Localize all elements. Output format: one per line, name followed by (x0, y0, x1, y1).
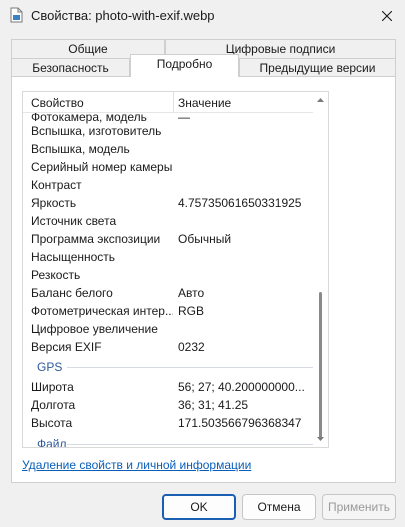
property-name: Контраст (31, 178, 82, 192)
list-item[interactable]: Цифровое увеличение (23, 320, 313, 338)
property-name: Широта (31, 380, 74, 394)
list-item[interactable]: Баланс белого Авто (23, 284, 313, 302)
property-name: Высота (31, 416, 73, 430)
vertical-scrollbar[interactable] (313, 92, 328, 447)
property-name: Цифровое увеличение (31, 322, 158, 336)
list-item[interactable]: Программа экспозиции Обычный (23, 230, 313, 248)
apply-button[interactable]: Применить (322, 494, 396, 520)
property-name: Версия EXIF (31, 340, 102, 354)
group-header-file: Файл (23, 435, 313, 448)
property-name: Вспышка, модель (31, 142, 130, 156)
list-item[interactable]: Высота 171.503566796368347 (23, 414, 313, 432)
list-item[interactable]: Яркость 4.75735061650331925 (23, 194, 313, 212)
property-name: Баланс белого (31, 286, 113, 300)
ok-button[interactable]: OK (162, 494, 236, 520)
file-icon (10, 7, 23, 23)
property-name: Вспышка, изготовитель (31, 124, 162, 138)
scroll-down-icon[interactable] (316, 435, 325, 443)
group-label: GPS (37, 360, 63, 374)
remove-properties-link[interactable]: Удаление свойств и личной информации (22, 458, 251, 472)
tab-details[interactable]: Подробно (130, 54, 239, 77)
group-divider (67, 444, 313, 445)
list-item[interactable]: Резкость (23, 266, 313, 284)
property-name: Источник света (31, 214, 117, 228)
property-value: Авто (178, 286, 205, 300)
property-name: Насыщенность (31, 250, 116, 264)
window-title: Свойства: photo-with-exif.webp (31, 8, 215, 23)
property-value: 4.75735061650331925 (178, 196, 302, 210)
properties-list[interactable]: Фотокамера, модель — Вспышка, изготовите… (22, 91, 329, 448)
property-name: Программа экспозиции (31, 232, 161, 246)
list-header: Свойство Значение (23, 92, 313, 113)
column-header-property[interactable]: Свойство (31, 96, 84, 110)
list-item[interactable]: Серийный номер камеры (23, 158, 313, 176)
group-label: Файл (37, 437, 67, 448)
close-icon (382, 11, 392, 21)
tab-previous-versions[interactable]: Предыдущие версии (239, 58, 396, 77)
property-name: Серийный номер камеры (31, 160, 173, 174)
property-value: RGB (178, 304, 205, 318)
property-value: 36; 31; 41.25 (178, 398, 249, 412)
column-separator[interactable] (173, 92, 174, 112)
scroll-up-icon[interactable] (316, 96, 325, 104)
property-name: Фотометрическая интер... (31, 304, 173, 318)
scroll-thumb[interactable] (319, 292, 322, 440)
property-name: Резкость (31, 268, 81, 282)
list-item[interactable]: Широта 56; 27; 40.200000000... (23, 378, 313, 396)
column-header-value[interactable]: Значение (178, 96, 231, 110)
list-item[interactable]: Фотометрическая интер... RGB (23, 302, 313, 320)
list-item[interactable]: Контраст (23, 176, 313, 194)
property-name: Долгота (31, 398, 76, 412)
list-item[interactable]: Вспышка, изготовитель (23, 122, 313, 140)
title-bar: Свойства: photo-with-exif.webp (0, 0, 405, 32)
list-item[interactable]: Источник света (23, 212, 313, 230)
property-name: Яркость (31, 196, 77, 210)
list-item[interactable]: Вспышка, модель (23, 140, 313, 158)
property-value: Обычный (178, 232, 232, 246)
cancel-button[interactable]: Отмена (242, 494, 316, 520)
tab-security[interactable]: Безопасность (11, 58, 130, 77)
list-item[interactable]: Версия EXIF 0232 (23, 338, 313, 356)
group-header-gps: GPS (23, 358, 313, 376)
close-button[interactable] (372, 2, 402, 30)
property-value: 0232 (178, 340, 205, 354)
list-item[interactable]: Насыщенность (23, 248, 313, 266)
list-item[interactable]: Долгота 36; 31; 41.25 (23, 396, 313, 414)
property-value: 171.503566796368347 (178, 416, 302, 430)
group-divider (67, 367, 313, 368)
property-value: 56; 27; 40.200000000... (178, 380, 305, 394)
